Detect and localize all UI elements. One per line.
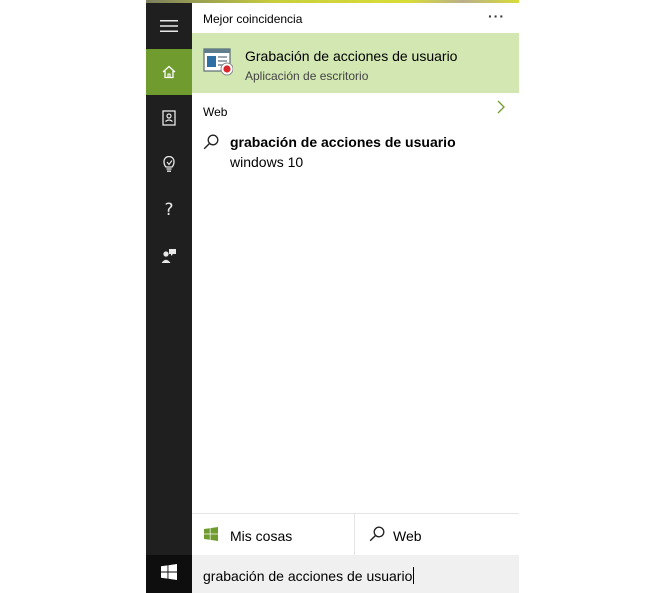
help-button[interactable]: ? <box>146 187 192 233</box>
search-box[interactable]: grabación de acciones de usuario <box>192 555 519 593</box>
best-match-header: Mejor coincidencia ··· <box>192 3 519 33</box>
search-scope-tabs: Mis cosas Web <box>192 513 519 555</box>
tab-my-stuff-label: Mis cosas <box>230 528 293 544</box>
search-icon <box>203 134 219 155</box>
notebook-button[interactable] <box>146 95 192 141</box>
search-input[interactable]: grabación de acciones de usuario <box>203 567 415 584</box>
hamburger-icon <box>160 20 178 32</box>
best-match-result[interactable]: Grabación de acciones de usuario Aplicac… <box>192 33 519 93</box>
app-title: Grabación de acciones de usuario <box>245 48 458 64</box>
left-rail: ? <box>146 3 192 555</box>
menu-button[interactable] <box>146 3 192 49</box>
text-caret <box>413 567 415 584</box>
lightbulb-icon <box>163 155 175 173</box>
best-match-header-label: Mejor coincidencia <box>203 12 303 26</box>
windows-logo-icon <box>161 563 177 585</box>
home-button[interactable] <box>146 49 192 95</box>
more-options-icon[interactable]: ··· <box>488 8 505 24</box>
tab-web-label: Web <box>393 528 422 544</box>
tab-my-stuff[interactable]: Mis cosas <box>192 514 355 555</box>
chevron-right-icon[interactable] <box>497 100 505 117</box>
feedback-button[interactable] <box>146 233 192 279</box>
feedback-icon <box>161 248 177 264</box>
web-header-label: Web <box>203 105 228 119</box>
windows-logo-icon <box>204 527 218 546</box>
help-icon: ? <box>164 200 174 220</box>
steps-recorder-icon <box>203 48 234 81</box>
suggestion-subtitle: windows 10 <box>230 154 304 170</box>
notebook-icon <box>162 110 176 126</box>
web-suggestion[interactable]: grabación de acciones de usuario windows… <box>192 130 519 174</box>
cortana-search-window: ? Mejor coincidencia ··· Grabación de ac… <box>146 0 519 593</box>
web-header[interactable]: Web <box>192 96 519 120</box>
start-button[interactable] <box>146 555 192 593</box>
results-pane: Mejor coincidencia ··· Grabación de acci… <box>192 3 519 555</box>
app-subtitle: Aplicación de escritorio <box>245 69 369 83</box>
search-icon <box>369 526 385 547</box>
home-icon <box>162 65 176 79</box>
suggestion-title: grabación de acciones de usuario <box>230 134 456 150</box>
reminders-button[interactable] <box>146 141 192 187</box>
search-input-value: grabación de acciones de usuario <box>203 568 413 584</box>
tab-web[interactable]: Web <box>355 514 519 555</box>
